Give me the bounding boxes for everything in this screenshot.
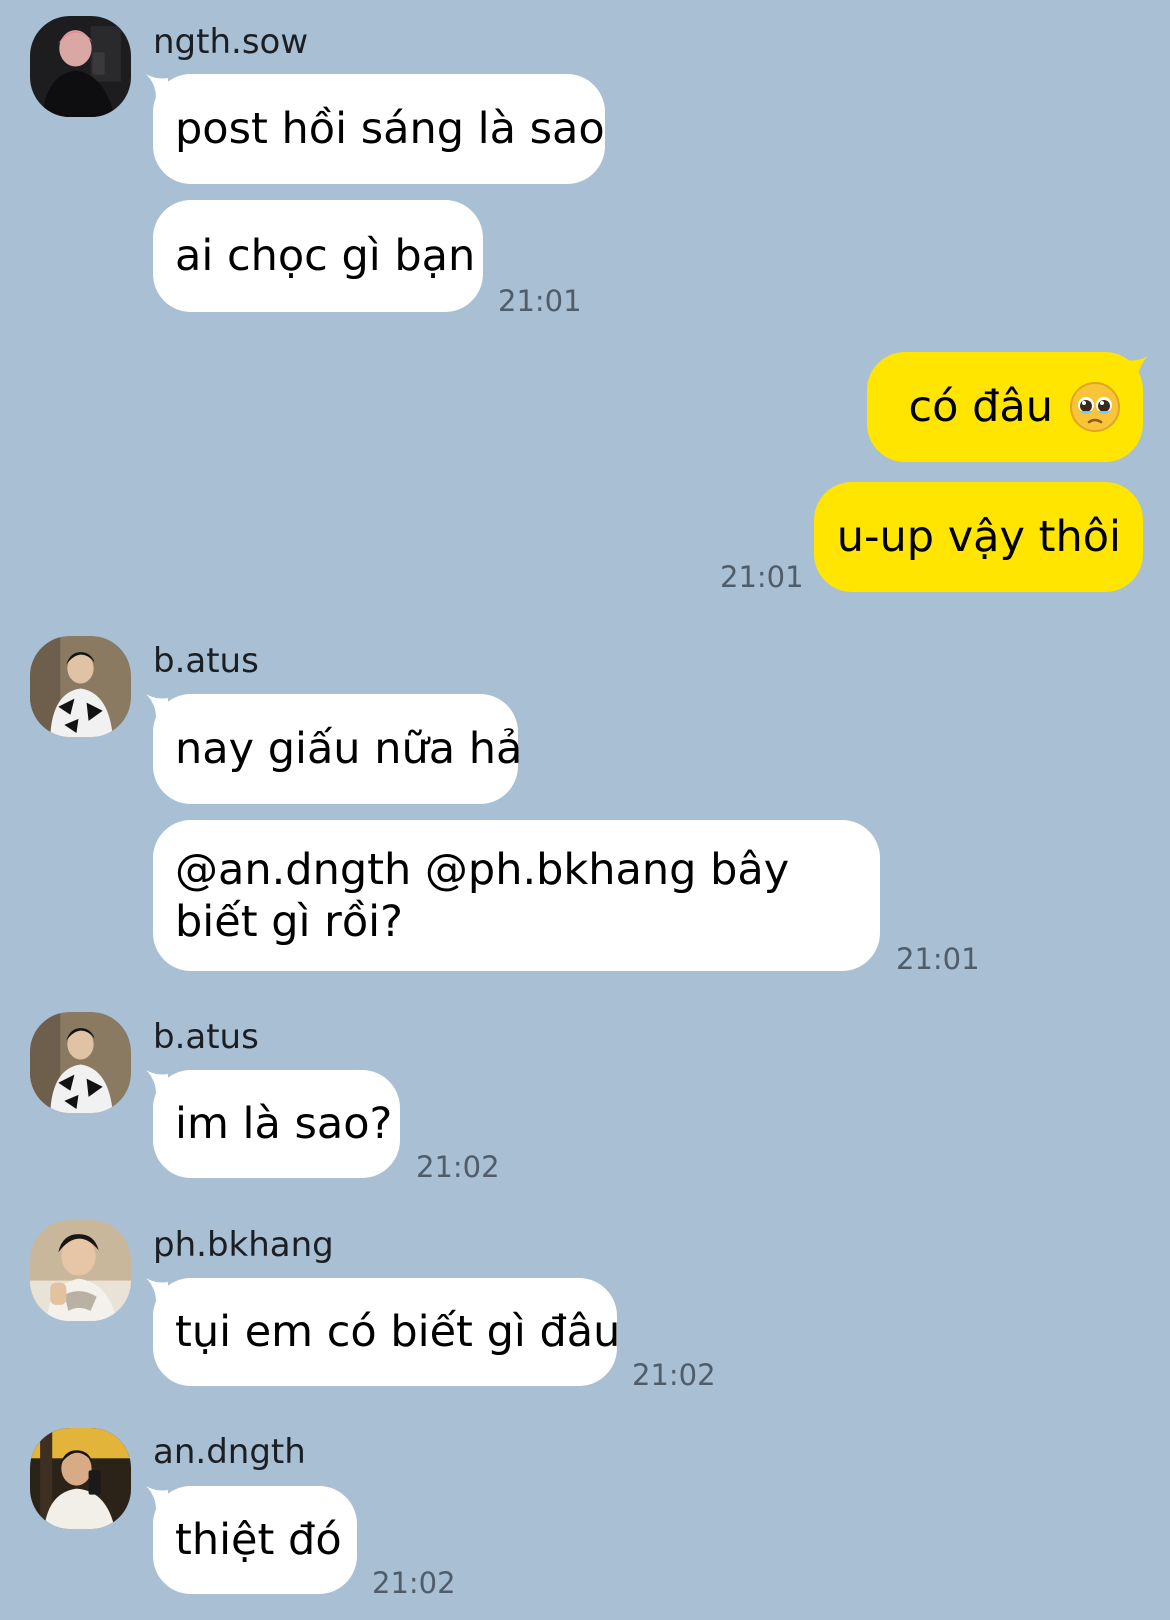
message-text: tụi em có biết gì đâu bbox=[175, 1307, 621, 1357]
message-text: nay giấu nữa hả bbox=[175, 724, 523, 774]
message-bubble[interactable]: nay giấu nữa hả bbox=[153, 694, 522, 804]
message-bubble[interactable]: im là sao? bbox=[153, 1070, 400, 1178]
message-text: ai chọc gì bạn bbox=[175, 231, 476, 281]
message-text: @an.dngth @ph.bkhang bây biết gì rồi? bbox=[175, 844, 790, 947]
message-text: post hồi sáng là sao bbox=[175, 104, 605, 154]
message-timestamp: 21:01 bbox=[720, 560, 804, 594]
ngth-sow-avatar[interactable] bbox=[30, 16, 131, 117]
message-bubble[interactable]: post hồi sáng là sao bbox=[153, 74, 605, 184]
message-text: có đâu bbox=[908, 382, 1053, 432]
outgoing-message-bubble[interactable]: có đâu bbox=[867, 352, 1143, 462]
ph-bkhang-avatar[interactable] bbox=[30, 1220, 131, 1321]
message-timestamp: 21:02 bbox=[632, 1358, 716, 1392]
sender-name: b.atus bbox=[153, 1017, 259, 1057]
chat-thread[interactable]: ngth.sow post hồi sáng là sao ai chọc gì… bbox=[0, 0, 1170, 1620]
message-bubble[interactable]: thiệt đó bbox=[153, 1486, 357, 1594]
message-text: thiệt đó bbox=[175, 1515, 342, 1565]
message-text: im là sao? bbox=[175, 1099, 393, 1149]
sender-name: b.atus bbox=[153, 641, 259, 681]
message-text: u-up vậy thôi bbox=[836, 512, 1121, 562]
message-timestamp: 21:01 bbox=[896, 942, 980, 976]
message-timestamp: 21:02 bbox=[416, 1150, 500, 1184]
b-atus-avatar[interactable] bbox=[30, 636, 131, 737]
message-timestamp: 21:01 bbox=[498, 284, 582, 318]
b-atus-avatar[interactable] bbox=[30, 1012, 131, 1113]
sender-name: ngth.sow bbox=[153, 22, 309, 62]
outgoing-message-bubble[interactable]: u-up vậy thôi bbox=[814, 482, 1143, 592]
an-dngth-avatar[interactable] bbox=[30, 1428, 131, 1529]
message-bubble[interactable]: @an.dngth @ph.bkhang bây biết gì rồi? bbox=[153, 820, 880, 971]
sender-name: an.dngth bbox=[153, 1432, 306, 1472]
pleading-face-icon bbox=[1070, 382, 1120, 432]
sender-name: ph.bkhang bbox=[153, 1225, 334, 1265]
message-timestamp: 21:02 bbox=[372, 1566, 456, 1600]
message-bubble[interactable]: ai chọc gì bạn bbox=[153, 200, 483, 312]
message-bubble[interactable]: tụi em có biết gì đâu bbox=[153, 1278, 621, 1386]
